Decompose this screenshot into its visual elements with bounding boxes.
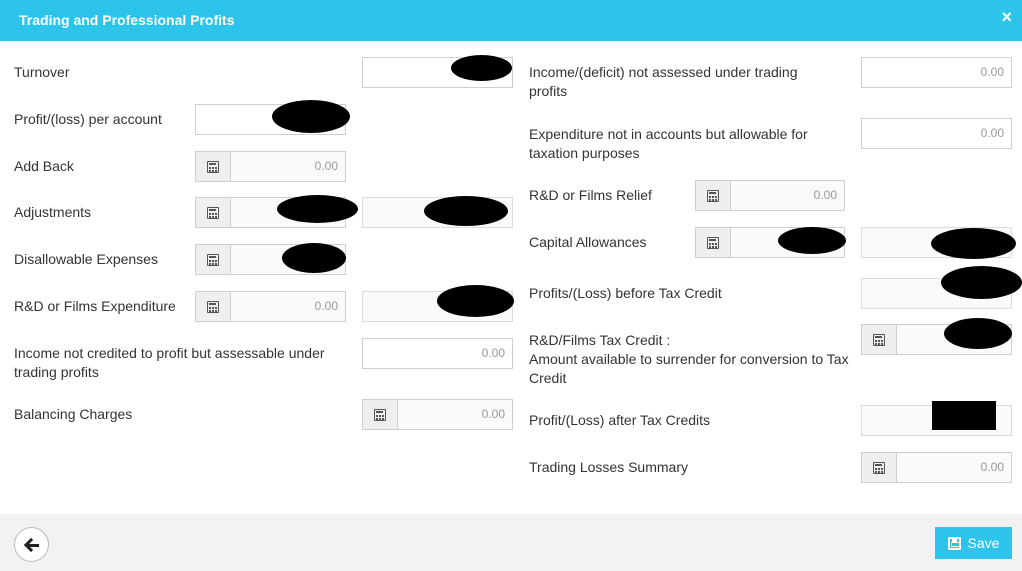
income-deficit-input[interactable]: 0.00 bbox=[861, 57, 1012, 88]
add-back-calculator-button[interactable] bbox=[196, 152, 231, 181]
redaction bbox=[277, 195, 358, 223]
rd-films-expenditure-field: 0.00 bbox=[195, 291, 346, 322]
profits-before-tax-credit-label: Profits/(Loss) before Tax Credit bbox=[529, 285, 722, 301]
income-not-credited-label: Income not credited to profit but assess… bbox=[14, 345, 325, 380]
redaction bbox=[272, 100, 350, 133]
expenditure-not-in-accounts-input[interactable]: 0.00 bbox=[861, 118, 1012, 149]
trading-losses-summary-label: Trading Losses Summary bbox=[529, 459, 688, 475]
redaction bbox=[931, 228, 1016, 259]
rd-films-relief-label: R&D or Films Relief bbox=[529, 187, 652, 203]
income-not-credited-input[interactable]: 0.00 bbox=[362, 338, 513, 369]
rd-films-relief-calculator-button[interactable] bbox=[696, 181, 731, 210]
adjustments-label: Adjustments bbox=[14, 204, 92, 220]
balancing-charges-label: Balancing Charges bbox=[14, 406, 133, 422]
calculator-icon bbox=[374, 408, 386, 421]
rd-films-relief-field: 0.00 bbox=[695, 180, 845, 211]
adjustments-calculator-button[interactable] bbox=[196, 198, 231, 227]
trading-losses-summary-value: 0.00 bbox=[980, 460, 1004, 474]
disallowable-expenses-label: Disallowable Expenses bbox=[14, 251, 158, 267]
calculator-icon bbox=[207, 160, 219, 173]
dialog-footer: Save bbox=[0, 514, 1022, 571]
back-button[interactable] bbox=[14, 527, 49, 562]
rd-films-tax-credit-label-line1: R&D/Films Tax Credit : bbox=[529, 332, 671, 348]
calculator-icon bbox=[207, 300, 219, 313]
rd-films-relief-value: 0.00 bbox=[813, 188, 837, 202]
redaction bbox=[941, 266, 1022, 299]
save-button[interactable]: Save bbox=[935, 527, 1012, 559]
rd-films-tax-credit-label: R&D/Films Tax Credit : Amount available … bbox=[529, 331, 849, 388]
redaction bbox=[437, 285, 514, 317]
redaction bbox=[778, 227, 846, 254]
calculator-icon bbox=[707, 236, 719, 249]
redaction bbox=[932, 401, 996, 430]
redaction bbox=[282, 243, 346, 273]
trading-losses-summary-field: 0.00 bbox=[861, 452, 1012, 483]
capital-allowances-calculator-button[interactable] bbox=[696, 228, 731, 257]
disallowable-expenses-calculator-button[interactable] bbox=[196, 245, 231, 274]
profit-after-tax-credits-label: Profit/(Loss) after Tax Credits bbox=[529, 412, 711, 428]
redaction bbox=[451, 55, 512, 81]
rd-films-tax-credit-label-line2: Amount available to surrender for conver… bbox=[529, 351, 849, 386]
calculator-icon bbox=[207, 206, 219, 219]
redaction bbox=[424, 196, 508, 226]
calculator-icon bbox=[207, 253, 219, 266]
turnover-label: Turnover bbox=[14, 64, 70, 80]
balancing-charges-calculator-button[interactable] bbox=[363, 400, 398, 429]
dialog-title: Trading and Professional Profits bbox=[19, 12, 235, 28]
balancing-charges-value: 0.00 bbox=[481, 407, 505, 421]
trading-losses-summary-calculator-button[interactable] bbox=[862, 453, 897, 482]
calculator-icon bbox=[873, 461, 885, 474]
profit-loss-per-account-label: Profit/(loss) per account bbox=[14, 111, 162, 127]
calculator-icon bbox=[707, 189, 719, 202]
floppy-disk-icon bbox=[947, 536, 961, 550]
add-back-label: Add Back bbox=[14, 158, 74, 174]
add-back-field: 0.00 bbox=[195, 151, 346, 182]
balancing-charges-field: 0.00 bbox=[362, 399, 513, 430]
rd-films-expenditure-value: 0.00 bbox=[314, 299, 338, 313]
expenditure-not-in-accounts-label: Expenditure not in accounts but allowabl… bbox=[529, 126, 808, 161]
arrow-left-icon bbox=[25, 539, 39, 551]
add-back-value: 0.00 bbox=[314, 159, 338, 173]
redaction bbox=[944, 318, 1012, 349]
save-button-label: Save bbox=[967, 535, 1000, 551]
rd-films-tax-credit-calculator-button[interactable] bbox=[862, 325, 897, 354]
close-icon[interactable]: × bbox=[1001, 7, 1012, 27]
rd-films-expenditure-label: R&D or Films Expenditure bbox=[14, 298, 176, 314]
income-deficit-label: Income/(deficit) not assessed under trad… bbox=[529, 64, 798, 99]
rd-films-expenditure-calculator-button[interactable] bbox=[196, 292, 231, 321]
dialog-header: Trading and Professional Profits × bbox=[0, 0, 1022, 41]
calculator-icon bbox=[873, 333, 885, 346]
capital-allowances-label: Capital Allowances bbox=[529, 234, 647, 250]
